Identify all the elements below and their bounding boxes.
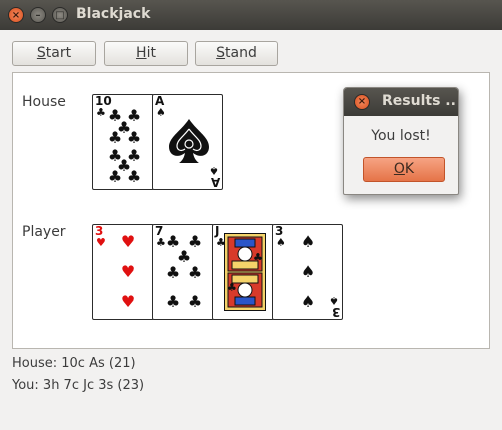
player-card-4: 3 ♠ 3 ♠ ♠ ♠ ♠ bbox=[272, 224, 343, 320]
club-icon: ♣ bbox=[165, 292, 181, 311]
svg-text:♣: ♣ bbox=[253, 251, 263, 264]
player-label: Player bbox=[22, 224, 66, 240]
ok-button[interactable]: OK bbox=[363, 157, 445, 182]
card-suit-icon: ♣ bbox=[96, 106, 106, 119]
card-suit-icon-bottom: ♠ bbox=[209, 164, 219, 177]
close-window-icon[interactable]: × bbox=[8, 7, 24, 23]
club-icon: ♣ bbox=[107, 128, 123, 147]
spade-icon: ♠ bbox=[300, 262, 316, 281]
dialog-title: Results .. bbox=[382, 93, 456, 109]
maximize-window-icon[interactable]: □ bbox=[52, 7, 68, 23]
spade-icon: ♠ bbox=[300, 232, 316, 251]
house-card-1: 10 ♣ ♣ ♣ ♣ ♣ ♣ ♣ ♣ ♣ ♣ ♣ bbox=[92, 94, 154, 190]
club-icon: ♣ bbox=[187, 292, 203, 311]
club-icon: ♣ bbox=[126, 167, 142, 186]
house-status-line: House: 10c As (21) bbox=[12, 356, 136, 371]
club-icon: ♣ bbox=[107, 167, 123, 186]
dialog-message: You lost! bbox=[371, 128, 431, 144]
heart-icon: ♥ bbox=[120, 292, 136, 311]
house-card-2: A ♠ A ♠ bbox=[152, 94, 223, 190]
jack-face-icon: ♣ ♣ bbox=[224, 233, 266, 311]
player-card-1: 3 ♥ ♥ ♥ ♥ bbox=[92, 224, 154, 320]
heart-icon: ♥ bbox=[120, 232, 136, 251]
hit-button[interactable]: Hit bbox=[104, 41, 188, 66]
minimize-window-icon[interactable]: – bbox=[30, 7, 46, 23]
club-icon: ♣ bbox=[165, 263, 181, 282]
house-label: House bbox=[22, 94, 66, 110]
player-card-2: 7 ♣ ♣ ♣ ♣ ♣ ♣ ♣ ♣ bbox=[152, 224, 214, 320]
club-icon: ♣ bbox=[187, 263, 203, 282]
close-icon[interactable]: × bbox=[354, 94, 370, 110]
spade-icon: ♠ bbox=[300, 292, 316, 311]
stand-button[interactable]: Stand bbox=[195, 41, 278, 66]
card-suit-icon: ♠ bbox=[276, 236, 286, 249]
player-card-3: J ♣ ♣ ♣ bbox=[212, 224, 274, 320]
title-bar: × – □ Blackjack bbox=[0, 0, 502, 30]
player-status-line: You: 3h 7c Jc 3s (23) bbox=[12, 378, 145, 393]
card-suit-icon: ♠ bbox=[156, 106, 166, 119]
results-dialog: × Results .. You lost! OK bbox=[343, 87, 459, 195]
window-title: Blackjack bbox=[76, 6, 151, 22]
dialog-title-bar: × Results .. bbox=[344, 88, 458, 116]
heart-icon: ♥ bbox=[120, 262, 136, 281]
svg-text:♣: ♣ bbox=[227, 281, 237, 294]
card-rank-bottom: A bbox=[210, 175, 220, 189]
start-button[interactable]: Start bbox=[12, 41, 96, 66]
spade-icon bbox=[169, 119, 209, 163]
card-suit-icon: ♥ bbox=[96, 236, 106, 249]
card-rank-bottom: 3 bbox=[331, 305, 340, 319]
club-icon: ♣ bbox=[126, 128, 142, 147]
card-suit-icon-bottom: ♠ bbox=[329, 294, 339, 307]
